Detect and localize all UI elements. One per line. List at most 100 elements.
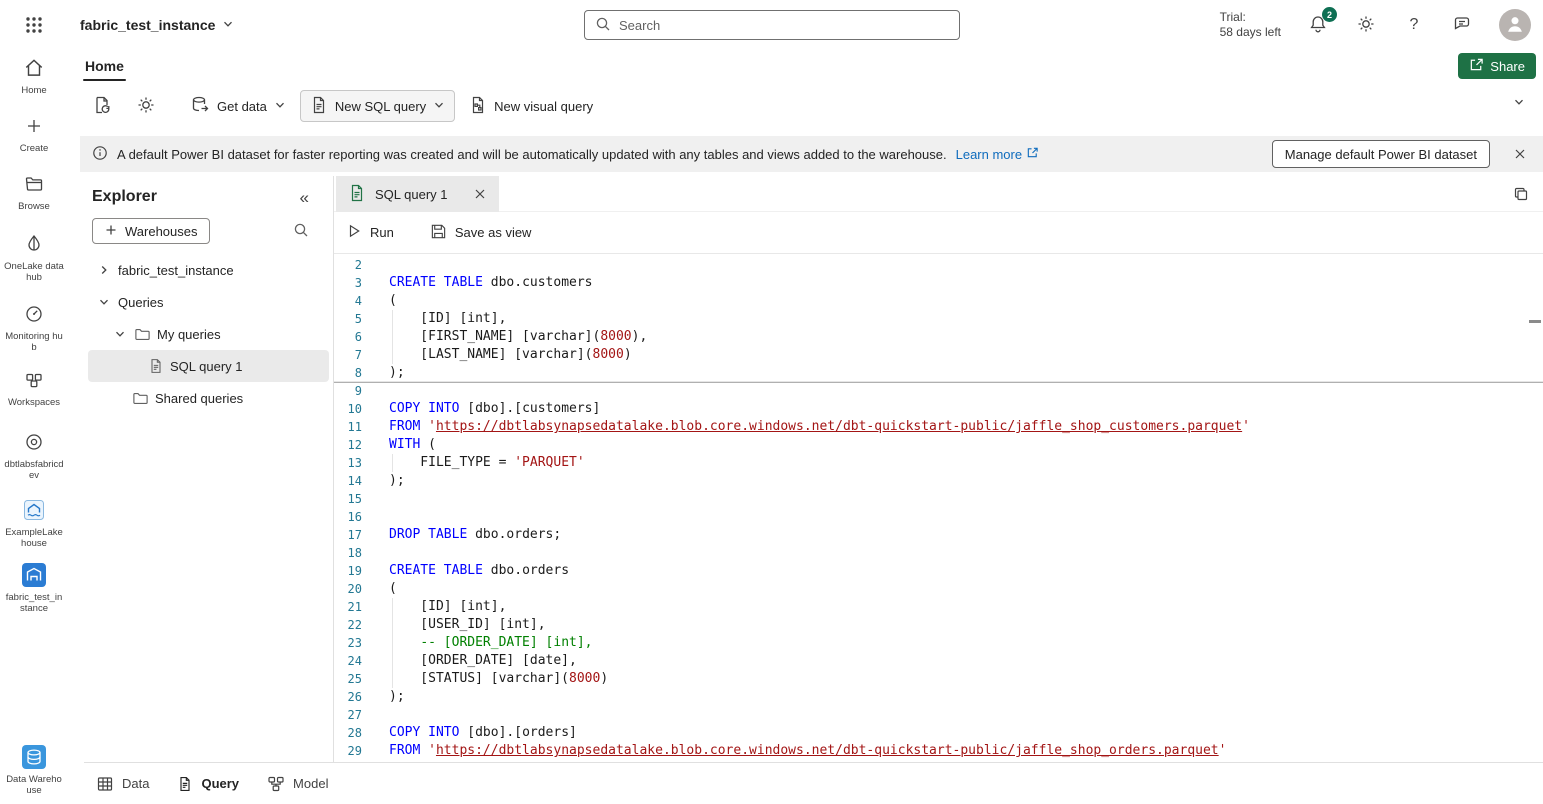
code-line[interactable]: 8);	[334, 364, 1543, 382]
account-avatar[interactable]	[1499, 9, 1531, 41]
new-visual-query-button[interactable]: New visual query	[459, 90, 603, 122]
query-tab[interactable]: SQL query 1	[336, 176, 499, 212]
code-text: DROP TABLE dbo.orders;	[389, 526, 561, 544]
code-line[interactable]: 17DROP TABLE dbo.orders;	[334, 526, 1543, 544]
manage-dataset-button[interactable]: Manage default Power BI dataset	[1272, 140, 1490, 168]
nav-rail-item-create[interactable]: Create	[0, 114, 68, 154]
code-line[interactable]: 26);	[334, 688, 1543, 706]
code-editor[interactable]: 23CREATE TABLE dbo.customers4(5 [ID] [in…	[334, 254, 1543, 762]
code-line[interactable]: 22 [USER_ID] [int],	[334, 616, 1543, 634]
nav-rail-item-fabric-test-instance[interactable]: fabric_test_instance	[0, 563, 68, 614]
learn-more-link[interactable]: Learn more	[956, 146, 1039, 162]
tree-item-fabric-test-instance[interactable]: fabric_test_instance	[88, 254, 329, 286]
chevron-down-icon[interactable]	[112, 328, 128, 340]
settings-button[interactable]	[1355, 14, 1377, 36]
nav-rail-item-dbtlabsfabricdev[interactable]: dbtlabsfabricdev	[0, 430, 68, 481]
code-line[interactable]: 29FROM 'https://dbtlabsynapsedatalake.bl…	[334, 742, 1543, 760]
code-text: FROM 'https://dbtlabsynapsedatalake.blob…	[389, 418, 1250, 436]
view-tab-data[interactable]: Data	[96, 775, 149, 793]
ribbon-toolbar: Get data New SQL query New visual query	[68, 82, 1543, 130]
code-line[interactable]: 12WITH (	[334, 436, 1543, 454]
code-line[interactable]: 25 [STATUS] [varchar](8000)	[334, 670, 1543, 688]
feedback-button[interactable]	[1451, 14, 1473, 36]
code-line[interactable]: 2	[334, 256, 1543, 274]
line-number: 8	[334, 364, 362, 382]
nav-rail-item-examplelakehouse[interactable]: ExampleLakehouse	[0, 498, 68, 549]
code-line[interactable]: 6 [FIRST_NAME] [varchar](8000),	[334, 328, 1543, 346]
code-line[interactable]: 18	[334, 544, 1543, 562]
help-button[interactable]: ?	[1403, 14, 1425, 36]
copy-icon[interactable]	[1513, 186, 1529, 205]
ribbon-collapse-chevron[interactable]	[1513, 96, 1525, 111]
code-line[interactable]: 3CREATE TABLE dbo.customers	[334, 274, 1543, 292]
code-line[interactable]: 10COPY INTO [dbo].[customers]	[334, 400, 1543, 418]
tree-item-sql-query-1[interactable]: SQL query 1	[88, 350, 329, 382]
new-visual-query-label: New visual query	[494, 99, 593, 114]
warehouse-settings-button[interactable]	[126, 90, 166, 122]
code-line[interactable]: 14);	[334, 472, 1543, 490]
global-search[interactable]	[584, 10, 960, 40]
warehouses-button[interactable]: Warehouses	[92, 218, 210, 244]
new-sql-query-button[interactable]: New SQL query	[300, 90, 455, 122]
chevron-down-icon[interactable]	[96, 296, 112, 308]
explorer-title: Explorer	[92, 188, 157, 206]
code-line[interactable]: 7 [LAST_NAME] [varchar](8000)	[334, 346, 1543, 364]
code-line[interactable]: 23 -- [ORDER_DATE] [int],	[334, 634, 1543, 652]
close-icon[interactable]	[473, 187, 487, 201]
tree-item-queries[interactable]: Queries	[88, 286, 329, 318]
line-number: 24	[334, 652, 362, 670]
explorer-search-icon[interactable]	[293, 222, 309, 241]
scrollbar-marker[interactable]	[1529, 320, 1541, 323]
run-button[interactable]: Run	[346, 223, 394, 242]
code-line[interactable]: 24 [ORDER_DATE] [date],	[334, 652, 1543, 670]
code-line[interactable]: 27	[334, 706, 1543, 724]
person-icon	[1504, 13, 1526, 38]
code-line[interactable]: 13 FILE_TYPE = 'PARQUET'	[334, 454, 1543, 472]
visual-query-icon	[469, 96, 487, 117]
collapse-pane-icon[interactable]: «	[300, 189, 309, 206]
gear-icon	[1356, 14, 1376, 37]
get-data-button[interactable]: Get data	[180, 90, 296, 122]
home-icon	[23, 56, 45, 80]
code-text: );	[389, 364, 405, 382]
code-line[interactable]: 15	[334, 490, 1543, 508]
tree-item-my-queries[interactable]: My queries	[88, 318, 329, 350]
code-line[interactable]: 28COPY INTO [dbo].[orders]	[334, 724, 1543, 742]
nav-rail-item-home[interactable]: Home	[0, 56, 68, 96]
nav-rail-item-browse[interactable]: Browse	[0, 172, 68, 212]
view-tab-query[interactable]: Query	[177, 776, 239, 792]
search-input[interactable]	[619, 18, 949, 33]
code-line[interactable]: 21 [ID] [int],	[334, 598, 1543, 616]
code-line[interactable]: 5 [ID] [int],	[334, 310, 1543, 328]
nav-rail-item-monitoring-hub[interactable]: Monitoring hub	[0, 302, 68, 353]
line-number: 3	[334, 274, 362, 292]
code-line[interactable]: 4(	[334, 292, 1543, 310]
code-line[interactable]: 19CREATE TABLE dbo.orders	[334, 562, 1543, 580]
tree-item-shared-queries[interactable]: Shared queries	[88, 382, 329, 414]
line-number: 4	[334, 292, 362, 310]
refresh-button[interactable]	[82, 90, 122, 122]
external-link-icon	[1026, 146, 1039, 162]
chevron-right-icon[interactable]	[96, 264, 112, 276]
banner-close-icon[interactable]	[1513, 147, 1527, 161]
tab-home[interactable]: Home	[82, 50, 127, 82]
nav-rail-item-data-warehouse[interactable]: Data Warehouse	[0, 745, 68, 796]
code-line[interactable]: 16	[334, 508, 1543, 526]
waffle-menu-button[interactable]	[24, 15, 44, 38]
code-line[interactable]: 20(	[334, 580, 1543, 598]
code-line[interactable]: 11FROM 'https://dbtlabsynapsedatalake.bl…	[334, 418, 1543, 436]
line-number: 18	[334, 544, 362, 562]
nav-rail-item-onelake-data-hub[interactable]: OneLake data hub	[0, 232, 68, 283]
code-line[interactable]: 9	[334, 382, 1543, 400]
line-number: 26	[334, 688, 362, 706]
tree-item-label: My queries	[157, 327, 221, 342]
save-as-view-button[interactable]: Save as view	[430, 223, 532, 243]
view-tab-model[interactable]: Model	[267, 775, 328, 793]
notifications-button[interactable]: 2	[1307, 14, 1329, 36]
nav-rail-item-label: Data Warehouse	[4, 774, 64, 796]
workspaces-icon	[24, 368, 44, 392]
nav-rail-item-workspaces[interactable]: Workspaces	[0, 368, 68, 408]
workspace-context-button[interactable]: fabric_test_instance	[72, 0, 242, 50]
sql-file-icon	[310, 96, 328, 117]
share-button[interactable]: Share	[1458, 53, 1536, 79]
